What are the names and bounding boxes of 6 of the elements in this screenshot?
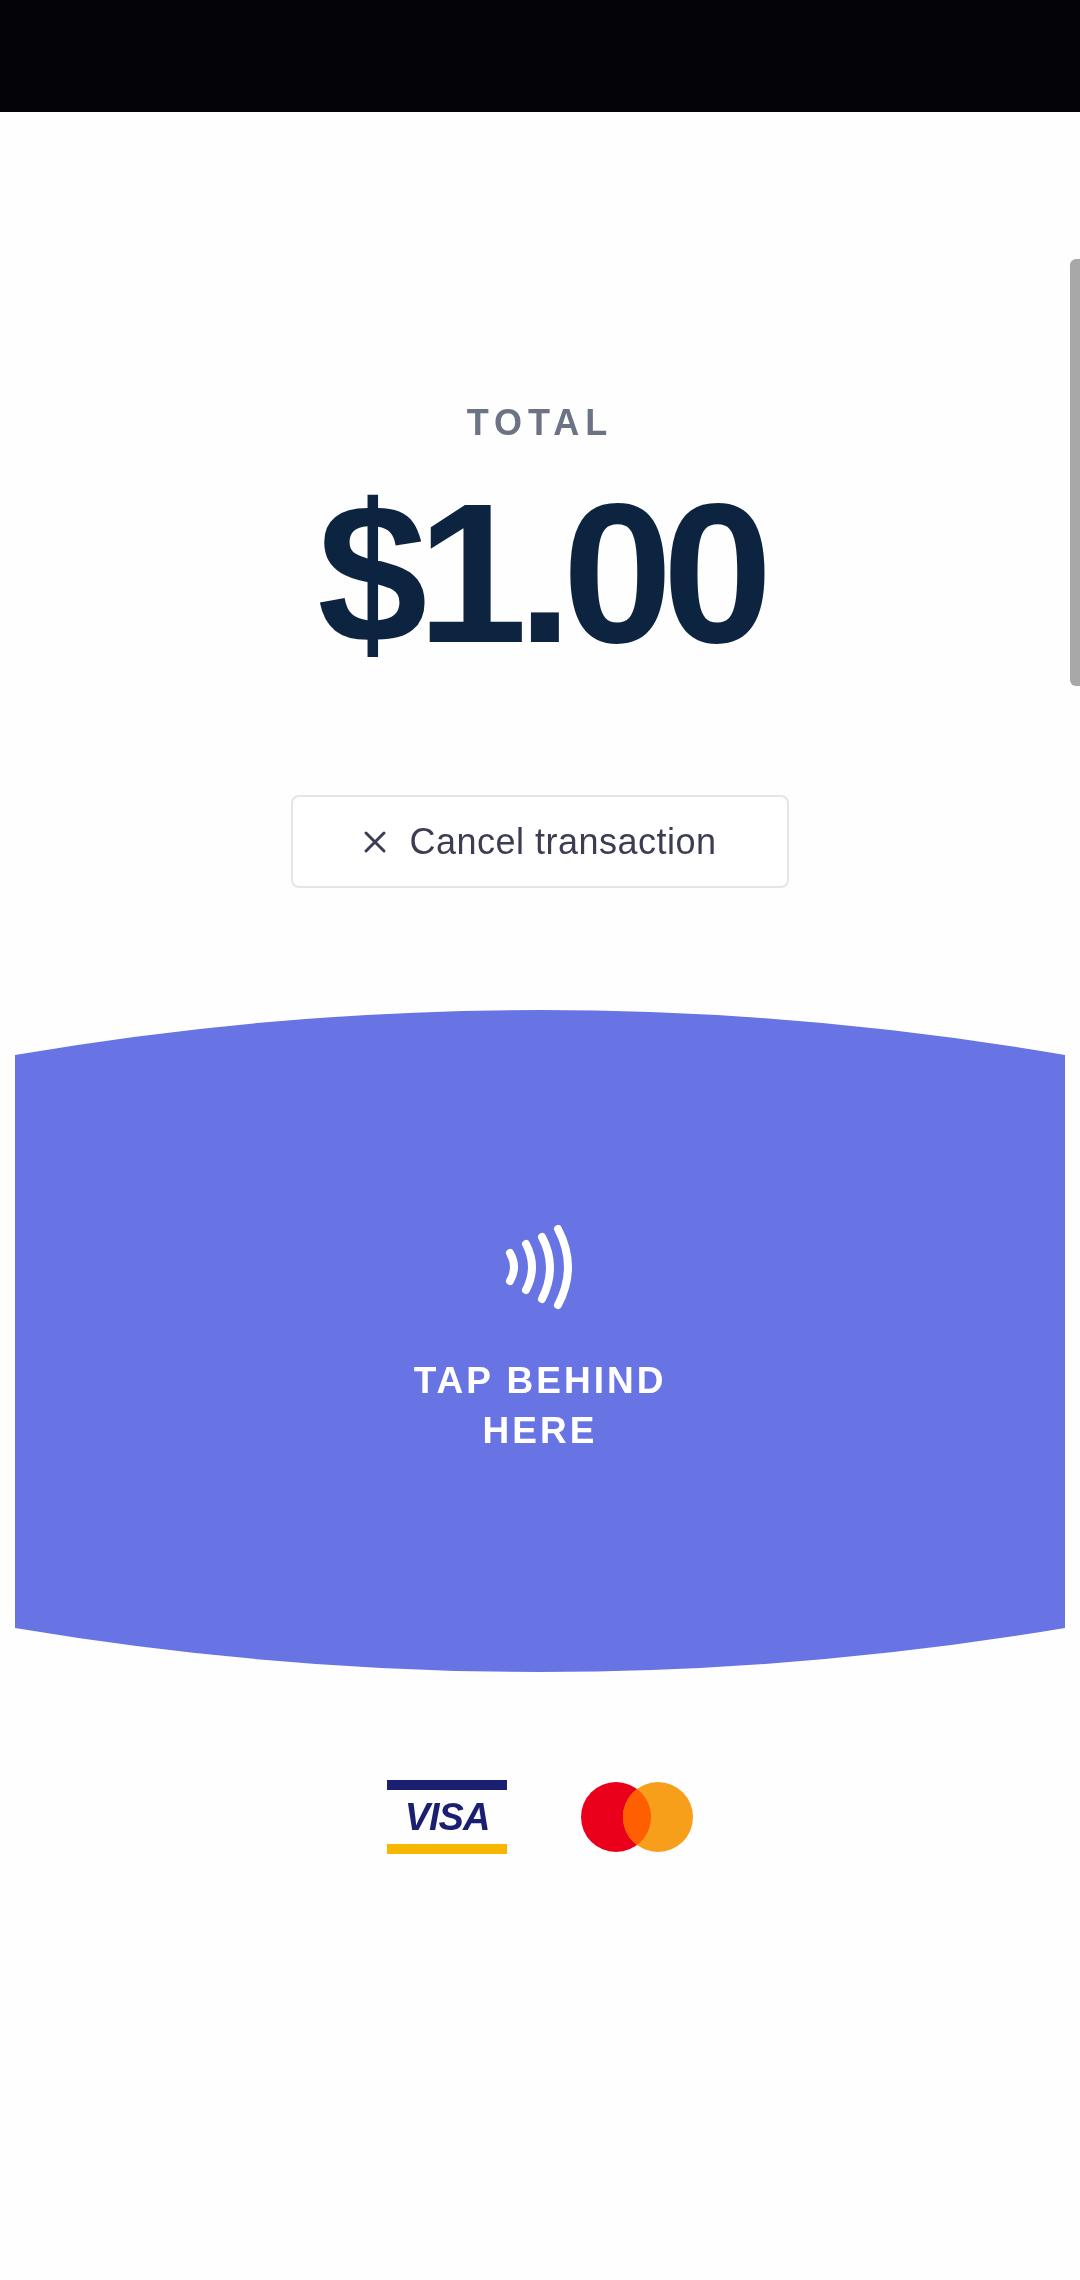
close-icon <box>363 829 388 854</box>
tap-instruction: TAP BEHIND HERE <box>412 1359 668 1453</box>
total-label: TOTAL <box>466 401 614 445</box>
cancel-transaction-button[interactable]: Cancel transaction <box>291 795 789 888</box>
total-amount: $1.00 <box>317 474 763 674</box>
visa-logo: VISA <box>387 1780 507 1854</box>
